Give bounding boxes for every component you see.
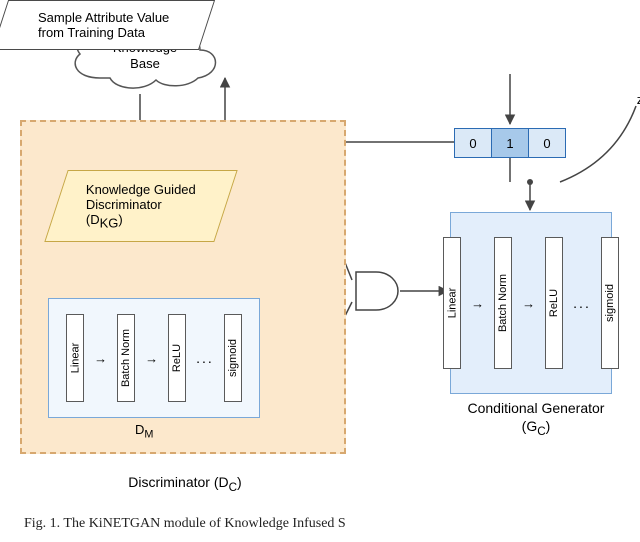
dm-layer-relu: ReLU — [168, 314, 186, 402]
dm-layer-sigmoid: sigmoid — [224, 314, 242, 402]
gen-arrow-2: → — [522, 296, 535, 311]
noise-z-label: z — [630, 92, 640, 108]
gen-layer-batchnorm: Batch Norm — [494, 237, 512, 369]
discriminator-group-label: Discriminator (DC) — [100, 474, 270, 495]
gen-layer-relu: ReLU — [545, 237, 563, 369]
kg-disc-line2: Discriminator — [86, 197, 196, 212]
onehot-cell-2: 0 — [529, 129, 565, 157]
sample-attribute-node: Sample Attribute Value from Training Dat… — [0, 0, 215, 50]
dm-layer-batchnorm: Batch Norm — [117, 314, 135, 402]
generator-network: Linear → Batch Norm → ReLU ... sigmoid — [450, 212, 612, 394]
onehot-cell-0: 0 — [455, 129, 492, 157]
dm-label: DM — [135, 422, 153, 441]
and-gate — [354, 270, 400, 312]
sample-attribute-label: Sample Attribute Value from Training Dat… — [32, 10, 175, 40]
dm-arrow-1: → — [94, 351, 107, 366]
gen-layer-sigmoid: sigmoid — [601, 237, 619, 369]
gen-arrow-1: → — [471, 296, 484, 311]
dm-network: Linear → Batch Norm → ReLU ... sigmoid — [48, 298, 260, 418]
kg-disc-line1: Knowledge Guided — [86, 182, 196, 197]
figure-caption: Fig. 1. The KiNETGAN module of Knowledge… — [0, 516, 640, 532]
kg-discriminator-node: Knowledge Guided Discriminator (DKG) — [44, 170, 237, 242]
generator-label: Conditional Generator (GC) — [456, 400, 616, 439]
dm-dots: ... — [196, 350, 214, 366]
kg-disc-line3: (DKG) — [86, 212, 196, 231]
gen-layer-linear: Linear — [443, 237, 461, 369]
onehot-vector: 0 1 0 — [454, 128, 566, 158]
gen-dots: ... — [573, 295, 591, 311]
dm-layer-linear: Linear — [66, 314, 84, 402]
dm-arrow-2: → — [145, 351, 158, 366]
onehot-cell-1: 1 — [492, 129, 529, 157]
